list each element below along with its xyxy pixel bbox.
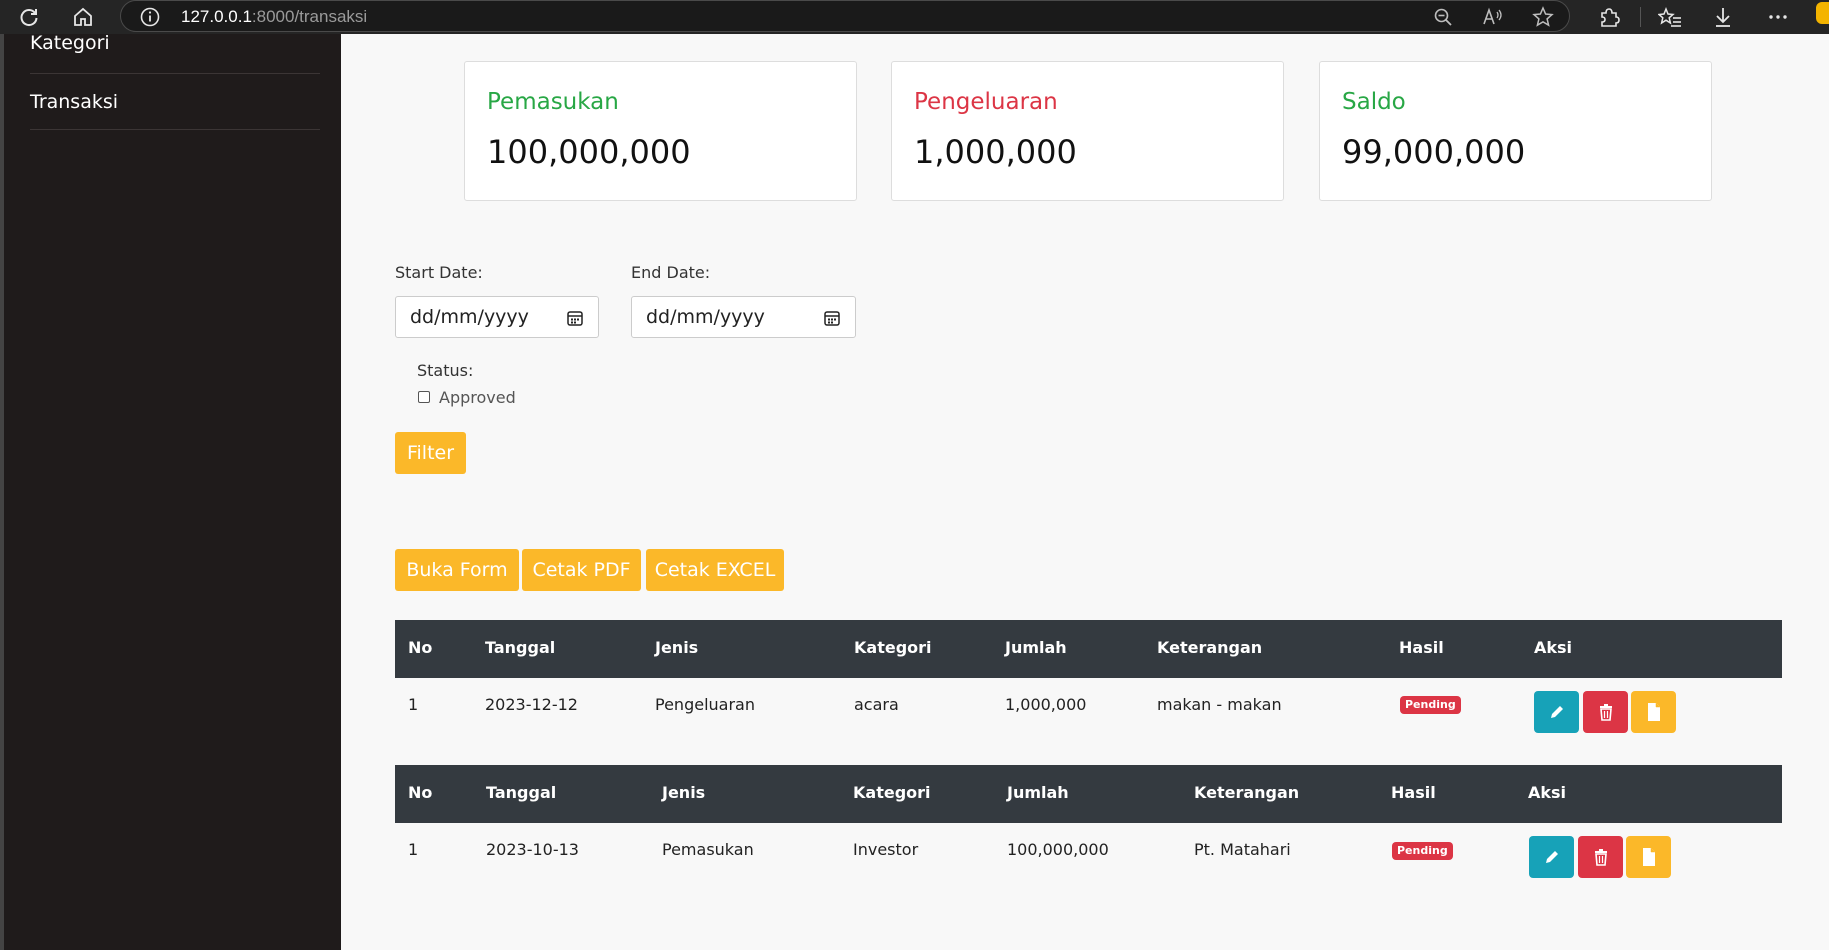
buka-form-button[interactable]: Buka Form	[395, 549, 519, 591]
status-badge: Pending	[1400, 696, 1461, 714]
card-title: Pemasukan	[487, 89, 619, 115]
start-date-label: Start Date:	[395, 263, 483, 282]
card-pemasukan: Pemasukan 100,000,000	[464, 61, 857, 201]
column-header-kategori: Kategori	[854, 638, 932, 657]
star-icon[interactable]	[1531, 5, 1555, 29]
sidebar-item-transaksi[interactable]: Transaksi	[30, 74, 320, 130]
pencil-icon	[1545, 851, 1558, 863]
card-pengeluaran: Pengeluaran 1,000,000	[891, 61, 1284, 201]
pencil-icon	[1550, 706, 1563, 718]
zoom-out-icon[interactable]	[1431, 5, 1455, 29]
column-header-keterangan: Keterangan	[1194, 783, 1300, 802]
column-header-tanggal: Tanggal	[486, 783, 557, 802]
column-header-aksi: Aksi	[1528, 783, 1567, 802]
reload-icon[interactable]	[16, 4, 42, 30]
edit-button[interactable]	[1534, 691, 1579, 733]
address-bar[interactable]: 127.0.0.1:8000/transaksi	[120, 0, 1570, 32]
column-header-keterangan: Keterangan	[1157, 638, 1263, 657]
card-value: 100,000,000	[487, 133, 691, 171]
column-header-tanggal: Tanggal	[485, 638, 556, 657]
trash-icon	[1599, 704, 1612, 721]
approved-label: Approved	[439, 388, 516, 407]
info-icon[interactable]	[139, 6, 161, 28]
home-icon[interactable]	[70, 4, 96, 30]
cell-jenis: Pengeluaran	[655, 695, 755, 714]
column-header-aksi: Aksi	[1534, 638, 1573, 657]
edit-button[interactable]	[1529, 836, 1574, 878]
cell-jumlah: 100,000,000	[1007, 840, 1109, 859]
cell-jumlah: 1,000,000	[1005, 695, 1087, 714]
cell-keterangan: makan - makan	[1157, 695, 1282, 714]
extensions-icon[interactable]	[1596, 4, 1622, 30]
status-badge: Pending	[1392, 842, 1453, 860]
filter-button[interactable]: Filter	[395, 432, 466, 474]
cell-tanggal: 2023-12-12	[485, 695, 578, 714]
column-header-jumlah: Jumlah	[1005, 638, 1067, 657]
card-value: 1,000,000	[914, 133, 1077, 171]
detail-button[interactable]	[1631, 691, 1676, 733]
card-value: 99,000,000	[1342, 133, 1526, 171]
column-header-jenis: Jenis	[655, 638, 699, 657]
table-header: No Tanggal Jenis Kategori Jumlah Keteran…	[395, 765, 1782, 823]
cell-kategori: Investor	[853, 840, 919, 859]
start-date-input[interactable]: dd/mm/yyyy	[395, 296, 599, 338]
cell-jenis: Pemasukan	[662, 840, 754, 859]
document-icon	[1642, 848, 1655, 866]
browser-toolbar: 127.0.0.1:8000/transaksi	[0, 0, 1829, 34]
calendar-icon[interactable]	[823, 309, 841, 327]
column-header-kategori: Kategori	[853, 783, 931, 802]
calendar-icon[interactable]	[566, 309, 584, 327]
sidebar: Kategori Transaksi	[0, 34, 341, 950]
start-date-placeholder: dd/mm/yyyy	[410, 306, 529, 328]
approved-checkbox[interactable]	[418, 391, 430, 403]
column-header-no: No	[408, 783, 433, 802]
end-date-label: End Date:	[631, 263, 711, 282]
column-header-hasil: Hasil	[1399, 638, 1444, 657]
cell-kategori: acara	[854, 695, 899, 714]
cell-tanggal: 2023-10-13	[486, 840, 579, 859]
column-header-jumlah: Jumlah	[1007, 783, 1069, 802]
favorites-icon[interactable]	[1657, 4, 1683, 30]
status-label: Status:	[417, 361, 474, 380]
url-text: 127.0.0.1:8000/transaksi	[181, 7, 368, 26]
end-date-placeholder: dd/mm/yyyy	[646, 306, 765, 328]
card-saldo: Saldo 99,000,000	[1319, 61, 1712, 201]
delete-button[interactable]	[1583, 691, 1628, 733]
cell-no: 1	[408, 840, 419, 859]
document-icon	[1647, 703, 1660, 721]
trash-icon	[1594, 849, 1607, 866]
column-header-no: No	[408, 638, 433, 657]
end-date-input[interactable]: dd/mm/yyyy	[631, 296, 856, 338]
read-aloud-icon[interactable]	[1481, 5, 1505, 29]
column-header-jenis: Jenis	[662, 783, 706, 802]
card-title: Saldo	[1342, 89, 1406, 115]
cetak-pdf-button[interactable]: Cetak PDF	[522, 549, 641, 591]
cell-no: 1	[408, 695, 419, 714]
sidebar-item-kategori[interactable]: Kategori	[30, 34, 320, 74]
delete-button[interactable]	[1578, 836, 1623, 878]
download-icon[interactable]	[1710, 4, 1736, 30]
detail-button[interactable]	[1626, 836, 1671, 878]
cell-keterangan: Pt. Matahari	[1194, 840, 1291, 859]
cetak-excel-button[interactable]: Cetak EXCEL	[646, 549, 784, 591]
card-title: Pengeluaran	[914, 89, 1058, 115]
more-icon[interactable]	[1765, 4, 1791, 30]
column-header-hasil: Hasil	[1391, 783, 1436, 802]
table-header: No Tanggal Jenis Kategori Jumlah Keteran…	[395, 620, 1782, 678]
profile-avatar[interactable]	[1816, 2, 1829, 24]
toolbar-separator	[1640, 7, 1641, 27]
